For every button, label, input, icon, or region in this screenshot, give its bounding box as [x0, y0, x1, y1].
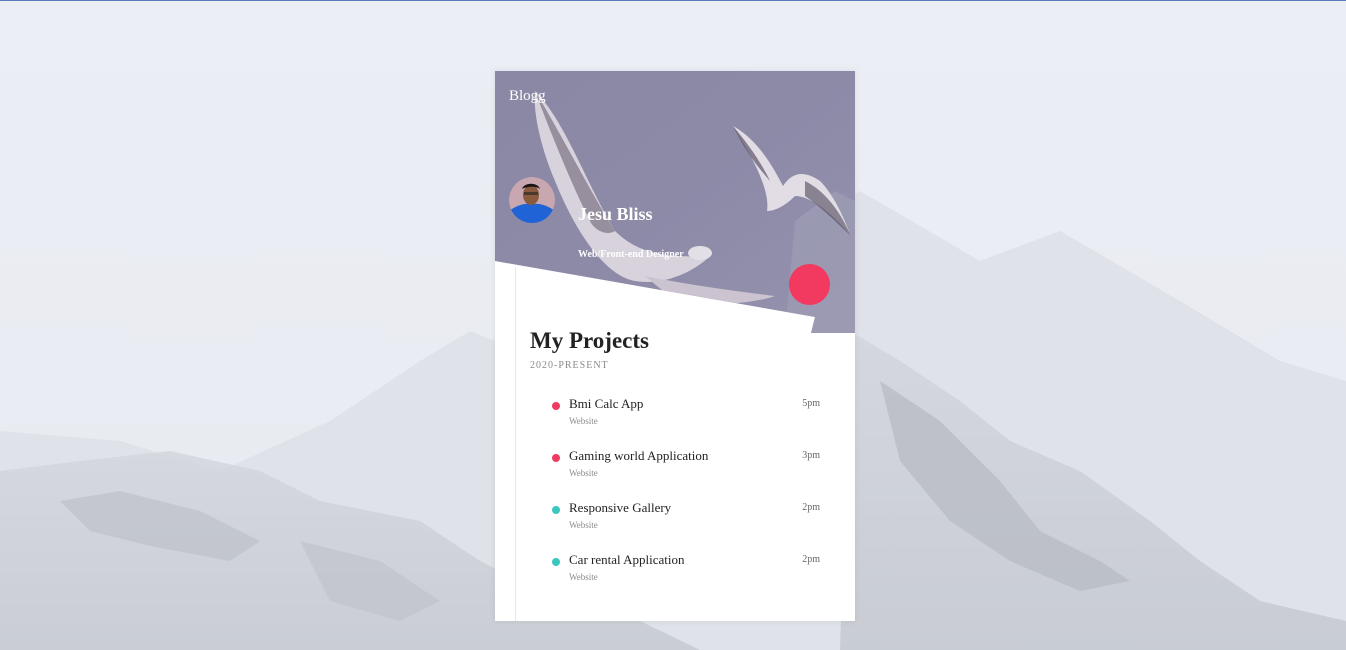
- profile-card: Blogg Jesu Bliss Web/Front-end Designer …: [495, 71, 855, 621]
- project-time: 2pm: [802, 554, 820, 565]
- list-item[interactable]: Bmi Calc App Website 5pm: [495, 396, 855, 448]
- card-header: Blogg Jesu Bliss Web/Front-end Designer: [495, 71, 855, 333]
- project-time: 5pm: [802, 398, 820, 409]
- floating-action-button[interactable]: [789, 264, 830, 305]
- profile-name: Jesu Bliss: [578, 204, 653, 224]
- project-type: Website: [569, 468, 598, 478]
- project-title[interactable]: Car rental Application: [569, 552, 685, 568]
- list-item[interactable]: Responsive Gallery Website 2pm: [495, 500, 855, 552]
- project-title[interactable]: Responsive Gallery: [569, 500, 671, 516]
- project-time: 3pm: [802, 450, 820, 461]
- project-type: Website: [569, 572, 598, 582]
- list-item[interactable]: Car rental Application Website 2pm: [495, 552, 855, 604]
- section-title: My Projects: [530, 328, 649, 353]
- status-dot: [552, 558, 560, 566]
- brand-logo[interactable]: Blogg: [509, 88, 546, 105]
- section-subtitle: 2020-PRESENT: [530, 360, 609, 371]
- project-type: Website: [569, 416, 598, 426]
- status-dot: [552, 506, 560, 514]
- profile-role: Web/Front-end Designer: [578, 249, 684, 260]
- project-list: Bmi Calc App Website 5pm Gaming world Ap…: [495, 396, 855, 604]
- project-title[interactable]: Bmi Calc App: [569, 396, 643, 412]
- status-dot: [552, 402, 560, 410]
- list-item[interactable]: Gaming world Application Website 3pm: [495, 448, 855, 500]
- project-title[interactable]: Gaming world Application: [569, 448, 708, 464]
- avatar-photo: [509, 177, 555, 223]
- project-type: Website: [569, 520, 598, 530]
- status-dot: [552, 454, 560, 462]
- project-time: 2pm: [802, 502, 820, 513]
- avatar: [509, 177, 555, 223]
